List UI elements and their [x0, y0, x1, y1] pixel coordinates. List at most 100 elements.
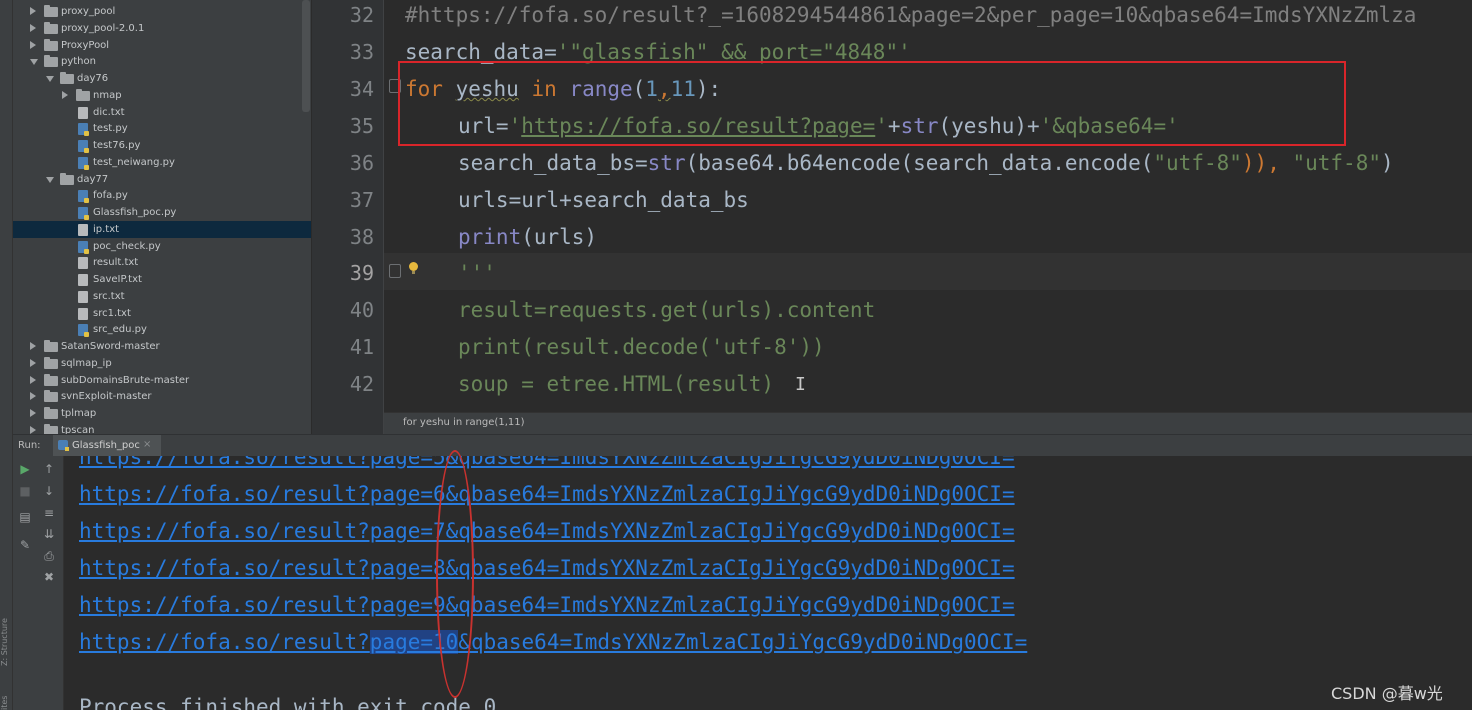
breadcrumb[interactable]: for yeshu in range(1,11)	[403, 417, 525, 428]
print-icon[interactable]: ⎙	[42, 549, 56, 563]
console-text: https://fofa.so/result?page=5&qbase64=Im…	[79, 456, 1015, 469]
run-tab-title: Glassfish_poc	[72, 440, 140, 451]
console-output-link[interactable]: https://fofa.so/result?page=8&qbase64=Im…	[79, 550, 1015, 586]
tree-item[interactable]: sqlmap_ip	[13, 355, 311, 372]
tree-item[interactable]: src_edu.py	[13, 321, 311, 338]
tree-item[interactable]: test76.py	[13, 137, 311, 154]
folder-icon	[44, 373, 58, 386]
chevron-down-icon[interactable]	[46, 76, 54, 82]
chevron-right-icon[interactable]	[30, 342, 36, 350]
chevron-right-icon[interactable]	[30, 40, 36, 49]
tree-item[interactable]: dic.txt	[13, 104, 311, 121]
trash-icon[interactable]: ✖	[42, 570, 56, 584]
tree-item[interactable]: test_neiwang.py	[13, 154, 311, 171]
tree-item[interactable]: day77	[13, 171, 311, 188]
chevron-right-icon[interactable]	[30, 425, 36, 434]
code-line-37: urls=url+search_data_bs	[458, 188, 749, 212]
tree-item[interactable]: SaveIP.txt	[13, 271, 311, 288]
run-console[interactable]: https://fofa.so/result?page=5&qbase64=Im…	[64, 456, 1472, 710]
tree-item-label: ProxyPool	[61, 39, 110, 51]
tree-item[interactable]: ProxyPool	[13, 37, 311, 54]
tree-item[interactable]: subDomainsBrute-master	[13, 372, 311, 389]
folder-icon	[60, 172, 74, 185]
tree-item[interactable]: tpscan	[13, 422, 311, 434]
fold-marker-icon[interactable]	[389, 264, 401, 278]
run-toolbar: ▶ ↑ ■ ↓ ▤ ≡ ⇊ ✎ ⎙ ✖	[13, 456, 64, 710]
run-tool-window-header: Run: Glassfish_poc ×	[13, 434, 1472, 457]
line-number: 37	[349, 188, 374, 212]
line-number: 34	[349, 77, 374, 101]
tree-item-label: SatanSword-master	[61, 341, 160, 352]
tree-item[interactable]: SatanSword-master	[13, 338, 311, 355]
tree-item[interactable]: fofa.py	[13, 187, 311, 204]
folder-icon	[44, 390, 58, 403]
watermark: CSDN @暮w光	[1331, 684, 1443, 703]
tree-item-label: tplmap	[61, 408, 97, 419]
console-output-link[interactable]: https://fofa.so/result?page=9&qbase64=Im…	[79, 587, 1015, 623]
scroll-to-end-icon[interactable]: ⇊	[42, 527, 56, 541]
code-token-builtin: print	[458, 225, 522, 249]
rerun-icon[interactable]: ▶	[18, 462, 32, 476]
structure-tool-tab[interactable]: Z: Structure	[0, 606, 12, 666]
layout-icon[interactable]: ▤	[18, 510, 32, 524]
left-tool-strip: Z: Structure ites	[0, 0, 13, 710]
tree-item-label: src_edu.py	[93, 324, 147, 336]
soft-wrap-icon[interactable]: ≡	[42, 506, 56, 520]
console-output-link[interactable]: https://fofa.so/result?page=5&qbase64=Im…	[79, 456, 1015, 475]
console-output-link[interactable]: https://fofa.so/result?page=10&qbase64=I…	[79, 624, 1027, 660]
favorites-tool-tab[interactable]: ites	[0, 688, 12, 710]
project-tree-scrollbar[interactable]	[302, 0, 310, 112]
code-token-string: "utf-8"	[1279, 151, 1381, 175]
line-number: 40	[349, 298, 374, 322]
chevron-down-icon[interactable]	[30, 59, 38, 66]
code-line-38: print(urls)	[458, 219, 597, 255]
folder-icon	[44, 407, 58, 419]
tree-item[interactable]: proxy_pool	[13, 3, 311, 20]
python-file-icon	[78, 156, 89, 170]
console-text: https://fofa.so/result?page=8&qbase64=Im…	[79, 556, 1015, 580]
tree-item[interactable]: test.py	[13, 120, 311, 137]
tree-item[interactable]: day76	[13, 70, 311, 87]
chevron-right-icon[interactable]	[30, 392, 36, 401]
text-file-icon	[78, 257, 88, 270]
tree-item[interactable]: ip.txt	[13, 220, 311, 238]
arrow-up-icon[interactable]: ↑	[42, 462, 56, 476]
tree-item[interactable]: result.txt	[13, 254, 311, 271]
tree-item[interactable]: src1.txt	[13, 305, 311, 322]
tree-item[interactable]: python	[13, 53, 311, 70]
arrow-down-icon[interactable]: ↓	[42, 484, 56, 498]
code-token: search_data_bs=	[458, 151, 648, 175]
tree-item[interactable]: svnExploit-master	[13, 388, 311, 405]
stop-icon[interactable]: ■	[18, 484, 32, 498]
chevron-right-icon[interactable]	[30, 409, 36, 417]
tree-item-label: nmap	[93, 89, 122, 101]
tree-item[interactable]: nmap	[13, 87, 311, 104]
tree-item[interactable]: src.txt	[13, 288, 311, 305]
tree-item[interactable]: tplmap	[13, 405, 311, 422]
tree-item[interactable]: proxy_pool-2.0.1	[13, 20, 311, 37]
tree-item[interactable]: poc_check.py	[13, 238, 311, 255]
console-output-link[interactable]: https://fofa.so/result?page=7&qbase64=Im…	[79, 513, 1015, 549]
chevron-right-icon[interactable]	[62, 90, 68, 99]
text-file-icon	[78, 274, 88, 286]
chevron-right-icon[interactable]	[30, 358, 36, 367]
console-output-link[interactable]: https://fofa.so/result?page=6&qbase64=Im…	[79, 476, 1015, 512]
tree-item-label: Glassfish_poc.py	[93, 207, 177, 218]
run-tab[interactable]: Glassfish_poc ×	[53, 435, 161, 456]
tree-item-label: day77	[77, 173, 109, 185]
pin-icon[interactable]: ✎	[18, 538, 32, 552]
chevron-right-icon[interactable]	[30, 375, 36, 384]
folder-icon	[44, 21, 58, 34]
text-file-icon	[78, 307, 88, 320]
chevron-right-icon[interactable]	[30, 7, 36, 15]
tree-item[interactable]: Glassfish_poc.py	[13, 204, 311, 221]
lightbulb-icon[interactable]	[409, 262, 418, 274]
chevron-right-icon[interactable]	[30, 23, 36, 32]
close-icon[interactable]: ×	[143, 439, 151, 450]
code-token-string: "utf-8"	[1153, 151, 1242, 175]
code-token: )	[1381, 151, 1394, 175]
chevron-down-icon[interactable]	[46, 176, 54, 183]
python-file-icon	[58, 440, 69, 451]
python-file-icon	[78, 207, 89, 220]
text-file-icon	[78, 106, 88, 119]
